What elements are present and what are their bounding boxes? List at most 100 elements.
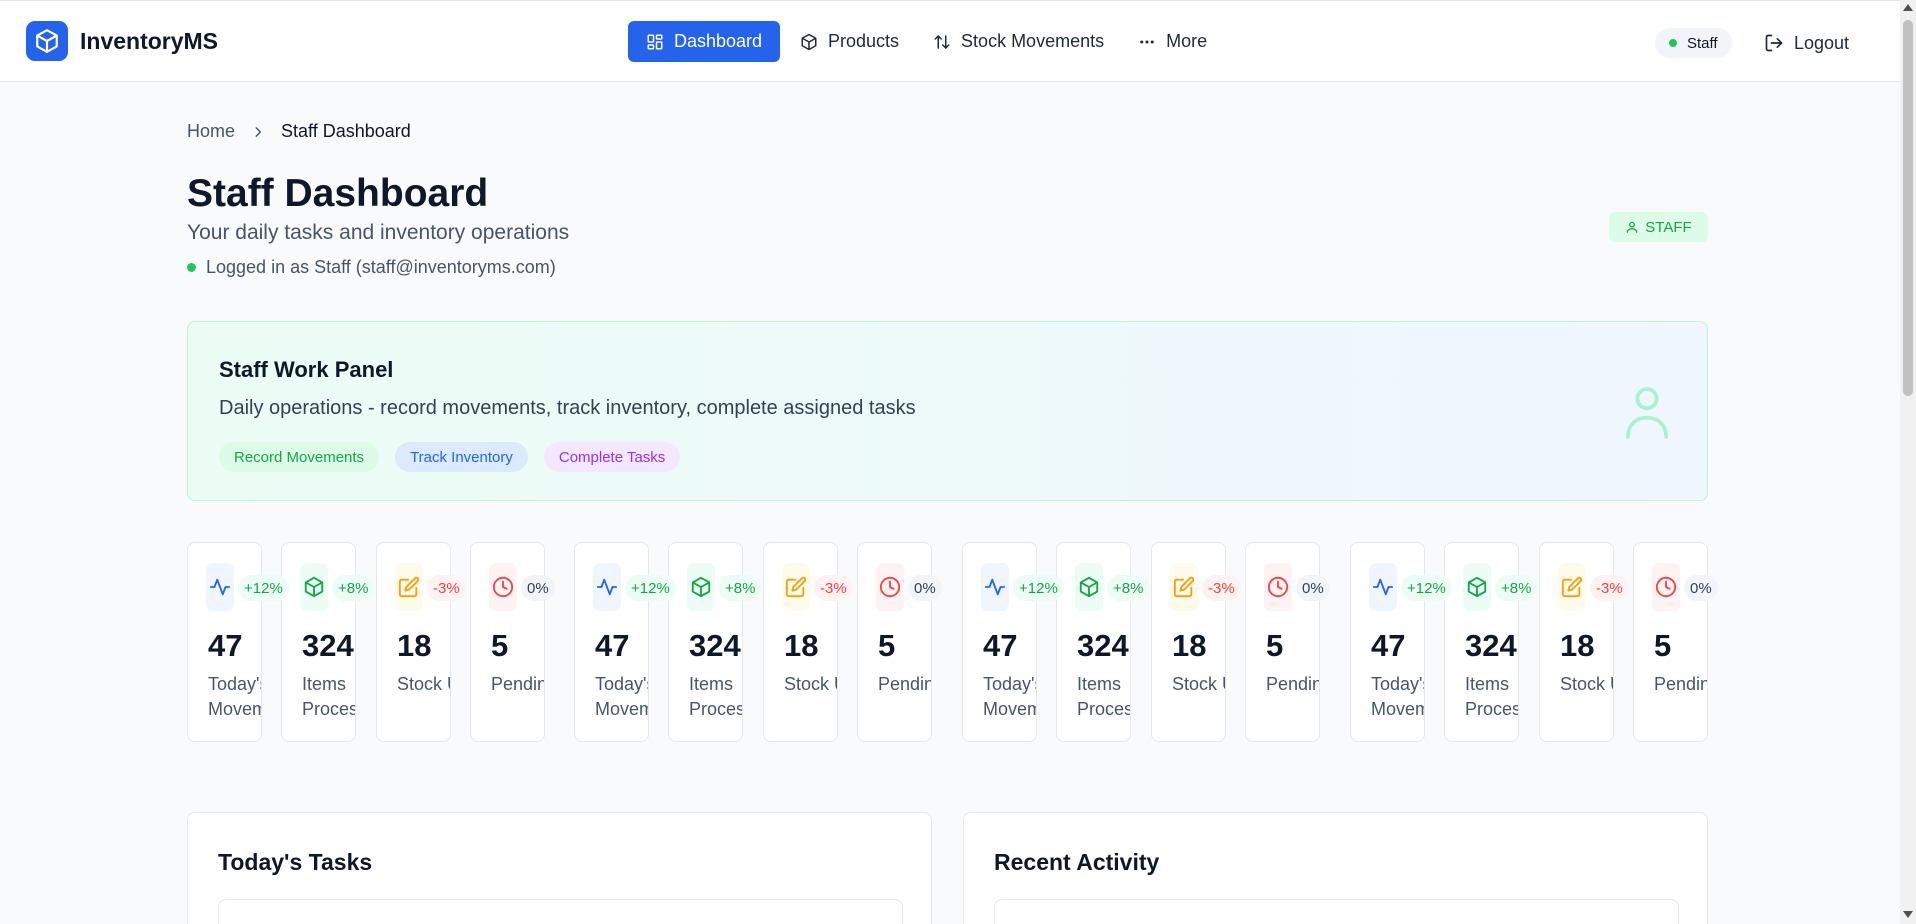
grid-icon [647,34,663,49]
stat-card: 47 Today's Movements +12% [574,542,676,742]
task-list-item[interactable] [218,899,903,924]
stat-label: Stock Updates [1172,674,1225,694]
scroll-down-arrow-icon[interactable] [1903,911,1913,918]
arrows-updown-icon [934,34,950,49]
role-label: Staff [1687,34,1718,52]
stat-label: Items Processed [1465,674,1518,719]
stat-card: 18 Stock Updates -3% [376,542,466,742]
stat-card: 47 Today's Movements +12% [1350,542,1452,742]
top-navbar: InventoryMS Dashboard Products Stock Mov… [0,0,1900,82]
stat-card: 18 Stock Updates -3% [1151,542,1241,742]
stat-label: Stock Updates [784,674,837,694]
logged-in-text: Logged in as Staff (staff@inventoryms.co… [206,257,556,277]
stat-card: 324 Items Processed +8% [1444,542,1538,742]
stat-label: Items Processed [689,674,742,719]
edit-icon [1170,563,1198,611]
stat-card: 47 Today's Movements +12% [187,542,289,742]
stat-value: 18 [1172,628,1207,663]
stat-card: 47 Today's Movements +12% [962,542,1064,742]
stat-change-badge: +12% [1401,575,1452,601]
stat-card-body: 5 Pending Tasks [858,543,931,741]
nav-stock-movements[interactable]: Stock Movements [919,21,1118,62]
panel-description: Daily operations - record movements, tra… [219,397,916,419]
box-icon [1463,563,1491,611]
recent-activity-card: Recent Activity [963,812,1708,924]
stat-card: 5 Pending Tasks 0% [470,542,555,742]
stat-value: 18 [784,628,819,663]
stat-value: 324 [1465,628,1517,663]
stat-value: 18 [397,628,432,663]
clock-icon [876,563,904,611]
stat-value: 47 [595,628,630,663]
logout-label: Logout [1794,32,1850,53]
nav-more[interactable]: More [1124,21,1221,62]
scroll-thumb[interactable] [1903,20,1913,396]
stat-label: Stock Updates [1560,674,1613,694]
stat-value: 47 [208,628,243,663]
breadcrumb-home[interactable]: Home [187,121,235,142]
stat-value: 18 [1560,628,1595,663]
ellipsis-icon [1140,40,1154,43]
scroll-up-arrow-icon[interactable] [1903,4,1913,11]
stat-value: 5 [1654,628,1672,663]
stat-change-badge: +8% [719,575,762,601]
breadcrumb-current: Staff Dashboard [281,121,411,141]
stat-change-badge: -3% [814,575,853,601]
stat-card-body: 324 Items Processed [282,543,355,741]
clock-icon [1264,563,1292,611]
stat-change-badge: 0% [521,575,555,601]
stat-change-badge: 0% [1684,575,1718,601]
activity-icon [593,563,621,611]
clock-icon [1652,563,1680,611]
recent-activity-title: Recent Activity [994,849,1160,875]
stat-card: 5 Pending Tasks 0% [1633,542,1718,742]
stat-label: Items Processed [1077,674,1130,719]
stat-card-body: 47 Today's Movements [1351,543,1424,741]
nav-stock-movements-label: Stock Movements [961,31,1105,51]
stat-value: 5 [1266,628,1284,663]
stat-value: 5 [878,628,896,663]
edit-icon [1558,563,1586,611]
stat-change-badge: 0% [908,575,942,601]
stat-card: 18 Stock Updates -3% [1539,542,1629,742]
activity-icon [206,563,234,611]
panel-title: Staff Work Panel [219,357,394,382]
nav-products-label: Products [828,31,900,51]
stat-value: 324 [1077,628,1129,663]
stat-card-body: 18 Stock Updates [1540,543,1613,741]
box-icon [801,33,817,50]
edit-icon [395,563,423,611]
stat-value: 47 [983,628,1018,663]
brand[interactable]: InventoryMS [26,21,218,61]
vertical-scrollbar[interactable] [1900,0,1916,924]
breadcrumb: Home Staff Dashboard [187,121,411,142]
box-icon [1075,563,1103,611]
logout-button[interactable]: Logout [1764,28,1849,58]
stat-card: 18 Stock Updates -3% [763,542,853,742]
user-icon [1625,387,1669,439]
stat-change-badge: -3% [427,575,466,601]
stat-change-badge: -3% [1202,575,1241,601]
stat-value: 324 [689,628,741,663]
stat-label: Pending Tasks [1266,674,1319,694]
stat-card: 324 Items Processed +8% [1056,542,1150,742]
stat-value: 324 [302,628,354,663]
nav-products[interactable]: Products [786,21,913,62]
stat-label: Today's Movements [595,674,648,719]
activity-list-item[interactable] [994,899,1679,924]
stat-label: Items Processed [302,674,355,719]
stat-change-badge: +12% [625,575,676,601]
box-icon [300,563,328,611]
page-subtitle: Your daily tasks and inventory operation… [187,221,570,244]
nav-dashboard[interactable]: Dashboard [628,21,780,62]
role-indicator: Staff [1655,28,1732,58]
activity-icon [981,563,1009,611]
nav-dashboard-label: Dashboard [673,31,763,51]
role-badge-label: STAFF [1645,218,1692,236]
stat-change-badge: +12% [1013,575,1064,601]
stat-value: 5 [491,628,509,663]
tag-complete-tasks: Complete Tasks [543,442,681,472]
logged-in-status: Logged in as Staff (staff@inventoryms.co… [187,257,556,278]
stat-change-badge: +8% [1495,575,1538,601]
stat-card-body: 18 Stock Updates [764,543,837,741]
